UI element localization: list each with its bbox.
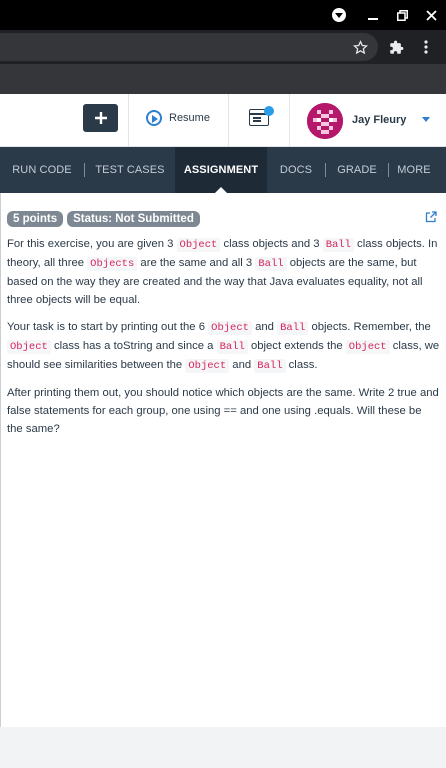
browser-toolbar: [0, 30, 446, 64]
header-divider: [289, 94, 290, 147]
restore-icon[interactable]: [387, 0, 417, 30]
close-window-icon[interactable]: [416, 0, 446, 30]
code-snippet: Object: [7, 340, 51, 354]
header-divider: [128, 94, 129, 147]
code-snippet: Ball: [322, 238, 354, 252]
tab-run-code[interactable]: RUN CODE: [0, 147, 84, 193]
browser-title-bar: [0, 0, 446, 30]
bookmark-star-icon[interactable]: [351, 38, 369, 56]
user-name[interactable]: Jay Fleury: [352, 114, 406, 126]
browser-menu-icon[interactable]: [417, 38, 435, 56]
tab-test-cases[interactable]: TEST CASES: [85, 147, 175, 193]
tab-bar: RUN CODE TEST CASES ASSIGNMENT DOCS GRAD…: [0, 147, 446, 193]
notification-dot: [264, 106, 274, 116]
resume-label: Resume: [169, 112, 210, 124]
play-circle-icon: [146, 110, 162, 126]
assignment-paragraph-3: After printing them out, you should noti…: [7, 387, 439, 435]
tab-assignment[interactable]: ASSIGNMENT: [175, 147, 267, 193]
address-bar[interactable]: [0, 33, 378, 61]
assignment-paragraph-1: For this exercise, you are given 3 Objec…: [7, 238, 438, 306]
extensions-puzzle-icon[interactable]: [387, 38, 405, 56]
tab-more[interactable]: MORE: [389, 147, 439, 193]
tab-docs[interactable]: DOCS: [267, 147, 325, 193]
code-snippet: Object: [345, 340, 390, 354]
minimize-icon[interactable]: [358, 0, 388, 30]
resume-button[interactable]: Resume: [146, 110, 210, 126]
external-link-icon[interactable]: [425, 210, 437, 223]
tab-grade[interactable]: GRADE: [326, 147, 388, 193]
add-button[interactable]: [83, 104, 118, 132]
assignment-paragraph-2: Your task is to start by printing out th…: [7, 321, 440, 373]
assignment-badges: 5 points Status: Not Submitted: [7, 211, 440, 227]
code-snippet: Object: [176, 238, 221, 252]
code-snippet: Object: [208, 321, 252, 335]
code-snippet: Object: [185, 359, 230, 373]
avatar[interactable]: [307, 103, 343, 139]
header-divider: [228, 94, 229, 147]
status-badge: Status: Not Submitted: [67, 211, 200, 227]
assignment-panel: 5 points Status: Not Submitted For this …: [0, 193, 446, 727]
chevron-down-icon[interactable]: [422, 117, 430, 122]
profile-menu-icon[interactable]: [324, 0, 354, 30]
code-snippet: Ball: [277, 321, 309, 335]
code-snippet: Ball: [255, 257, 287, 271]
code-snippet: Ball: [254, 359, 286, 373]
code-snippet: Ball: [216, 340, 248, 354]
bookmarks-bar: [0, 64, 446, 94]
page-footer: [0, 727, 446, 768]
points-badge: 5 points: [7, 211, 64, 227]
app-header: Resume Jay Fleury: [0, 94, 446, 147]
code-snippet: Objects: [87, 257, 138, 271]
